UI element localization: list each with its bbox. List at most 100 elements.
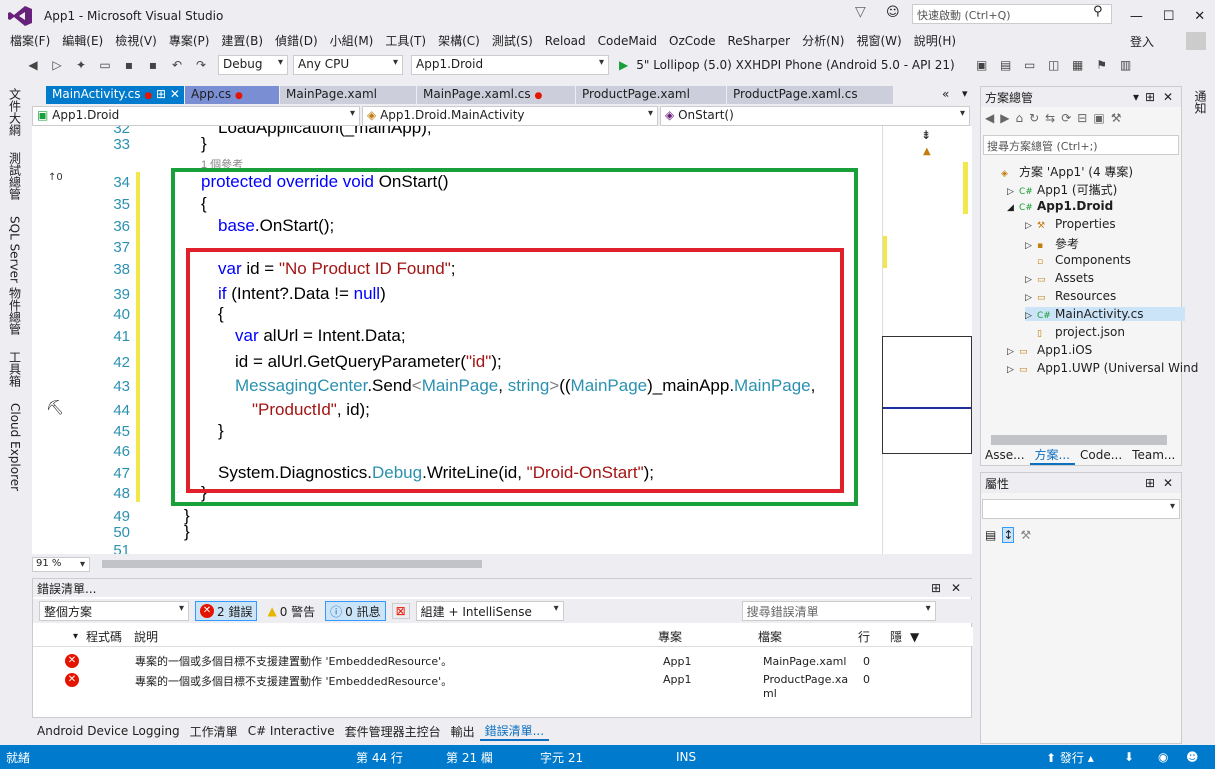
menu-project[interactable]: 專案(P) [163,32,216,52]
download-icon[interactable]: ⬇ [1124,750,1134,764]
menu-build[interactable]: 建置(B) [215,32,269,52]
avatar[interactable] [1186,32,1206,50]
device-log-icon[interactable]: ▦ [1067,54,1089,76]
class-nav-select[interactable]: ◈ App1.Droid.MainActivity [362,106,658,126]
expander-icon[interactable]: ▷ [1025,311,1037,321]
quick-launch-input[interactable]: 快速啟動 (Ctrl+Q) [912,4,1112,24]
messages-filter-button[interactable]: ⓘ 0 訊息 [325,601,386,621]
device-icon[interactable]: ▤ [995,54,1017,76]
expander-icon[interactable]: ▷ [1025,293,1037,303]
error-search-input[interactable]: 搜尋錯誤清單 [741,601,936,621]
minimize-button[interactable]: — [1130,9,1143,24]
folder-icon[interactable]: ▣ [971,54,993,76]
save-all-icon[interactable]: ▪ [142,54,164,76]
tree-item[interactable]: ▷ ▭ App1.UWP (Universal Wind [1007,361,1198,375]
horizontal-scrollbar[interactable] [991,435,1167,445]
menu-window[interactable]: 視窗(W) [850,32,907,52]
tree-item[interactable]: ◢ C# App1.Droid [1007,199,1113,213]
sync-icon[interactable]: ⇆ [1045,111,1055,125]
close-icon[interactable]: ✕ [951,581,961,595]
categorized-icon[interactable]: ▤ [985,528,996,542]
tree-item[interactable]: ▯ project.json [1025,325,1125,339]
tree-item[interactable]: ▷ ▭ Resources [1025,289,1116,303]
col-description[interactable]: 說明 [134,628,658,645]
tab-task-list[interactable]: 工作清單 [185,723,243,740]
menu-codemaid[interactable]: CodeMaid [592,32,663,52]
new-project-icon[interactable]: ✦ [70,54,92,76]
collapse-icon[interactable]: ⊟ [1077,111,1087,125]
tab-mainpage-xaml[interactable]: MainPage.xaml [280,86,416,104]
layout-icon[interactable]: ▥ [1115,54,1137,76]
feedback-icon[interactable]: ☺ [886,5,900,20]
minimap-viewport[interactable] [882,336,972,454]
wrench-icon[interactable]: ⚒ [1020,528,1031,542]
warnings-filter-button[interactable]: ▲ 0 警告 [263,601,319,621]
open-file-icon[interactable]: ▭ [94,54,116,76]
menu-help[interactable]: 說明(H) [908,32,962,52]
col-code[interactable]: 程式碼 [86,628,134,645]
tab-sql-server-explorer[interactable]: SQL Server 物件總管 [7,212,24,339]
history-icon[interactable]: ↻ [1029,111,1039,125]
tab-mainactivity-cs[interactable]: MainActivity.cs ● ⊞ ✕ [46,86,184,104]
bookmark-icon[interactable]: ⚑ [1091,54,1113,76]
tree-item[interactable]: ▷ ▭ Assets [1025,271,1094,285]
tab-overflow-icon[interactable]: « [942,87,949,101]
tab-document-outline[interactable]: 文件大綱 [7,84,24,140]
col-project[interactable]: 專案 [658,628,758,645]
tool-icon[interactable]: ◫ [1043,54,1065,76]
clear-filter-icon[interactable]: ⊠ [391,603,410,619]
tab-package-manager-console[interactable]: 套件管理器主控台 [340,723,446,740]
close-icon[interactable]: ✕ [170,87,180,101]
tab-productpage-xaml[interactable]: ProductPage.xaml [576,86,726,104]
tree-item[interactable]: ▷ C# App1 (可攜式) [1007,181,1117,198]
funnel-icon[interactable]: ▼ [910,630,919,644]
pin-icon[interactable]: ⊞ [156,87,166,101]
tab-output[interactable]: 輸出 [446,723,480,740]
tab-solution[interactable]: 方案... [1029,446,1075,465]
menu-analyze[interactable]: 分析(N) [796,32,850,52]
menu-debug[interactable]: 偵錯(D) [269,32,324,52]
horizontal-scrollbar[interactable] [102,560,482,568]
tab-csharp-interactive[interactable]: C# Interactive [243,724,340,738]
quick-actions-icon[interactable]: ⛏ [46,400,64,416]
expander-icon[interactable]: ▷ [1007,347,1019,357]
tab-app-cs[interactable]: App.cs ● [185,86,279,104]
platform-select[interactable]: Any CPU [293,55,403,75]
split-icon[interactable]: ⇟ [921,128,931,142]
col-line[interactable]: 行 [858,628,890,645]
object-select[interactable] [982,499,1180,519]
menu-resharper[interactable]: ReSharper [721,32,796,52]
col-suppression[interactable]: 隱 [890,628,910,645]
expander-icon[interactable]: ▷ [1025,221,1037,231]
tree-item[interactable]: ▷ ▭ App1.iOS [1007,343,1092,357]
menu-file[interactable]: 檔案(F) [4,32,56,52]
table-row[interactable]: ✕ 專案的一個或多個目標不支援建置動作 'EmbeddedResource'。 … [33,673,973,701]
alphabetical-icon[interactable]: ↕ [1002,527,1015,543]
forward-icon[interactable]: ▶ [1000,111,1009,125]
menu-team[interactable]: 小組(M) [324,32,380,52]
run-target-button[interactable]: 5" Lollipop (5.0) XXHDPI Phone (Android … [636,58,954,72]
table-row[interactable]: ✕ 專案的一個或多個目標不支援建置動作 'EmbeddedResource'。 … [33,653,973,669]
dropdown-icon[interactable]: ▾ [1133,90,1139,104]
pin-icon[interactable]: ⊞ [1145,90,1155,104]
scope-select[interactable]: 整個方案 [39,601,189,621]
menu-reload[interactable]: Reload [539,32,592,52]
filter-icon[interactable]: ▽ [855,4,866,20]
code-editor[interactable]: 32 33 34 35 36 37 38 39 40 41 42 43 44 45 46 47 48 49 50 51… [32,126,972,554]
solution-search-input[interactable]: 搜尋方案總管 (Ctrl+;) [983,135,1179,155]
tab-test-explorer[interactable]: 測試總管 [7,148,24,204]
menu-tools[interactable]: 工具(T) [379,32,432,52]
refresh-icon[interactable]: ⟳ [1061,111,1071,125]
tab-notifications[interactable]: 通知 [1192,86,1209,118]
pin-icon[interactable]: ⊞ [931,581,941,595]
maximize-button[interactable]: ☐ [1163,9,1175,24]
close-icon[interactable]: ✕ [1163,476,1173,490]
save-icon[interactable]: ▪ [118,54,140,76]
menu-architecture[interactable]: 架構(C) [432,32,486,52]
sign-in-link[interactable]: 登入 [1130,33,1154,50]
tab-android-device-logging[interactable]: Android Device Logging [32,724,185,738]
tab-assets[interactable]: Asse... [980,448,1030,462]
run-icon[interactable]: ▶ [619,58,628,72]
tab-cloud-explorer[interactable]: Cloud Explorer [8,399,22,495]
forward-icon[interactable]: ▷ [46,54,68,76]
